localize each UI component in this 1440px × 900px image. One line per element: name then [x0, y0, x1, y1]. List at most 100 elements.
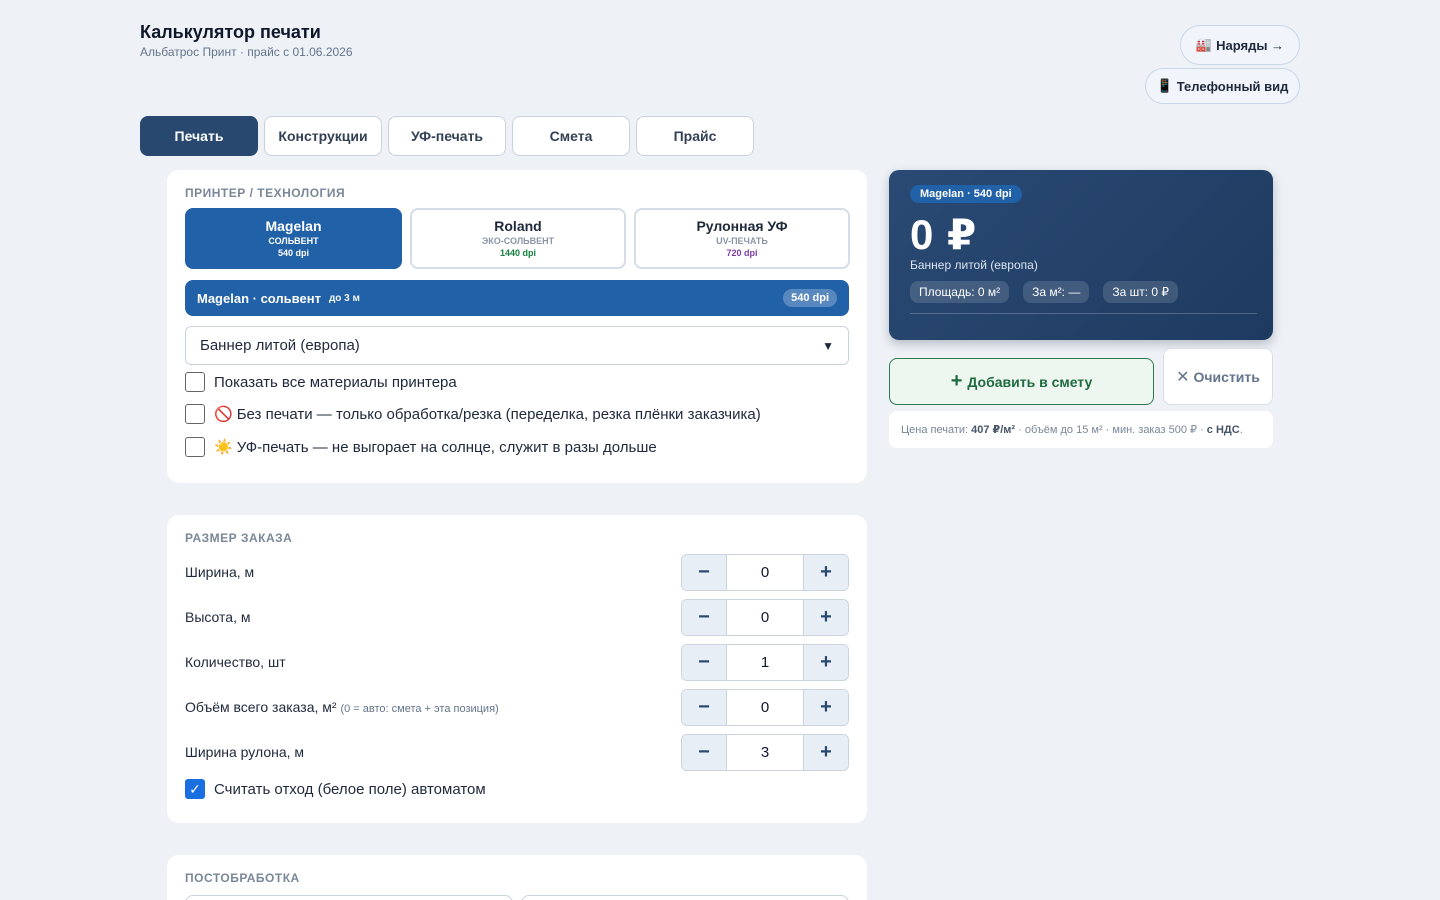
active-printer-dpi-badge: 540 dpi	[783, 289, 837, 307]
price-note-prefix: Цена печати:	[901, 423, 969, 436]
printer-option-magelan[interactable]: Magelan СОЛЬВЕНТ 540 dpi	[185, 208, 402, 269]
uv-print-option[interactable]: ☀️ УФ-печать — не выгорает на солнце, сл…	[185, 437, 657, 457]
tab-print[interactable]: Печать	[140, 116, 258, 156]
quantity-decrement-button[interactable]: −	[682, 645, 726, 680]
roll-width-increment-button[interactable]: +	[804, 735, 848, 770]
price-note-suffix: .	[1239, 423, 1243, 436]
page-title: Калькулятор печати	[140, 22, 321, 42]
active-printer-width: до 3 м	[328, 292, 360, 304]
width-label: Ширина, м	[185, 564, 255, 580]
order-size-section: РАЗМЕР ЗАКАЗА Ширина, м − 0 + Высота, м …	[167, 515, 867, 823]
add-to-estimate-label: Добавить в смету	[967, 373, 1093, 390]
printer-options: Magelan СОЛЬВЕНТ 540 dpi Roland ЭКО-СОЛЬ…	[185, 208, 850, 269]
uv-print-label: УФ-печать — не выгорает на солнце, служи…	[236, 438, 657, 456]
price-total: 0 ₽	[910, 211, 978, 258]
post-processing-section-title: ПОСТОБРАБОТКА	[185, 871, 300, 885]
price-note: Цена печати: 407 ₽/м² · объём до 15 м² ·…	[889, 411, 1273, 448]
quantity-stepper: − 1 +	[681, 644, 849, 681]
uv-print-checkbox[interactable]	[185, 437, 205, 457]
tab-uv-print[interactable]: УФ-печать	[388, 116, 506, 156]
chevron-down-icon: ▼	[822, 338, 834, 353]
total-volume-increment-button[interactable]: +	[804, 690, 848, 725]
phone-view-button[interactable]: 📱 Телефонный вид	[1145, 68, 1300, 104]
height-increment-button[interactable]: +	[804, 600, 848, 635]
post-processing-section: ПОСТОБРАБОТКА	[167, 855, 867, 900]
order-size-section-title: РАЗМЕР ЗАКАЗА	[185, 531, 293, 545]
price-printer-badge: Magelan · 540 dpi	[910, 185, 1022, 203]
price-summary-card: Magelan · 540 dpi 0 ₽ Баннер литой (евро…	[889, 170, 1273, 340]
width-input[interactable]: 0	[726, 555, 804, 590]
printer-tech: СОЛЬВЕНТ	[268, 235, 319, 246]
material-select[interactable]: Баннер литой (европа) ▼	[185, 326, 849, 365]
post-processing-option[interactable]	[185, 895, 513, 900]
no-print-label: Без печати — только обработка/резка (пер…	[236, 405, 761, 423]
page-subtitle: Альбатрос Принт · прайс с 01.06.2026	[140, 45, 353, 59]
total-volume-label: Объём всего заказа, м²	[185, 699, 337, 715]
no-print-checkbox[interactable]	[185, 404, 205, 424]
auto-waste-checkbox[interactable]: ✓	[185, 779, 205, 799]
printer-name: Magelan	[265, 217, 322, 234]
width-increment-button[interactable]: +	[804, 555, 848, 590]
active-printer-name: Magelan · сольвент	[197, 290, 321, 306]
price-note-rate: 407 ₽/м²	[971, 424, 1016, 436]
printer-section-title: ПРИНТЕР / ТЕХНОЛОГИЯ	[185, 186, 346, 200]
show-all-materials-option[interactable]: Показать все материалы принтера	[185, 372, 457, 392]
width-stepper: − 0 +	[681, 554, 849, 591]
roll-width-stepper: − 3 +	[681, 734, 849, 771]
tab-estimate[interactable]: Смета	[512, 116, 630, 156]
printer-option-roll-uv[interactable]: Рулонная УФ UV-ПЕЧАТЬ 720 dpi	[634, 208, 850, 269]
prohibited-icon: 🚫	[214, 406, 233, 423]
printer-tech: UV-ПЕЧАТЬ	[716, 235, 768, 246]
total-volume-decrement-button[interactable]: −	[682, 690, 726, 725]
phone-view-label: Телефонный вид	[1176, 78, 1289, 94]
quantity-input[interactable]: 1	[726, 645, 804, 680]
printer-option-roland[interactable]: Roland ЭКО-СОЛЬВЕНТ 1440 dpi	[410, 208, 626, 269]
printer-name: Roland	[494, 217, 542, 234]
add-to-estimate-button[interactable]: + Добавить в смету	[889, 358, 1154, 405]
area-stat: Площадь: 0 м²	[910, 281, 1010, 303]
printer-section: ПРИНТЕР / ТЕХНОЛОГИЯ Magelan СОЛЬВЕНТ 54…	[167, 170, 867, 483]
clear-button[interactable]: ✕ Очистить	[1163, 348, 1273, 405]
total-volume-field-label: Объём всего заказа, м² (0 = авто: смета …	[185, 699, 499, 715]
height-label: Высота, м	[185, 609, 251, 625]
main-tabs: Печать Конструкции УФ-печать Смета Прайс	[140, 116, 754, 156]
printer-dpi: 720 dpi	[726, 248, 758, 259]
material-select-value: Баннер литой (европа)	[200, 337, 360, 354]
show-all-materials-label: Показать все материалы принтера	[214, 373, 457, 391]
post-processing-option[interactable]	[521, 895, 849, 900]
sun-icon: ☀️	[214, 439, 233, 456]
height-input[interactable]: 0	[726, 600, 804, 635]
price-stats: Площадь: 0 м² За м²: — За шт: 0 ₽	[910, 281, 1179, 303]
roll-width-decrement-button[interactable]: −	[682, 735, 726, 770]
height-decrement-button[interactable]: −	[682, 600, 726, 635]
phone-icon: 📱	[1156, 78, 1173, 93]
width-decrement-button[interactable]: −	[682, 555, 726, 590]
post-processing-options	[185, 895, 849, 900]
total-volume-hint: (0 = авто: смета + эта позиция)	[340, 703, 499, 715]
printer-tech: ЭКО-СОЛЬВЕНТ	[481, 235, 555, 246]
auto-waste-option[interactable]: ✓ Считать отход (белое поле) автоматом	[185, 779, 486, 799]
quantity-increment-button[interactable]: +	[804, 645, 848, 680]
height-stepper: − 0 +	[681, 599, 849, 636]
roll-width-input[interactable]: 3	[726, 735, 804, 770]
price-note-middle: · объём до 15 м² · мин. заказ 500 ₽ ·	[1018, 424, 1204, 436]
auto-waste-label: Считать отход (белое поле) автоматом	[214, 780, 486, 798]
clear-button-label: Очистить	[1193, 368, 1260, 385]
show-all-materials-checkbox[interactable]	[185, 372, 205, 392]
tab-price-list[interactable]: Прайс	[636, 116, 754, 156]
orders-button-label: Наряды →	[1216, 37, 1285, 53]
tab-constructions[interactable]: Конструкции	[264, 116, 382, 156]
no-print-option[interactable]: 🚫 Без печати — только обработка/резка (п…	[185, 404, 761, 424]
orders-button[interactable]: 🏭 Наряды →	[1180, 25, 1300, 65]
quantity-label: Количество, шт	[185, 654, 286, 670]
price-material: Баннер литой (европа)	[910, 258, 1038, 272]
printer-name: Рулонная УФ	[696, 217, 788, 234]
total-volume-stepper: − 0 +	[681, 689, 849, 726]
close-icon: ✕	[1176, 368, 1190, 386]
price-note-vat: с НДС	[1206, 423, 1240, 436]
roll-width-label: Ширина рулона, м	[185, 744, 305, 760]
total-volume-input[interactable]: 0	[726, 690, 804, 725]
factory-icon: 🏭	[1195, 37, 1213, 52]
per-sqm-stat: За м²: —	[1023, 281, 1090, 303]
printer-dpi: 1440 dpi	[499, 248, 537, 259]
